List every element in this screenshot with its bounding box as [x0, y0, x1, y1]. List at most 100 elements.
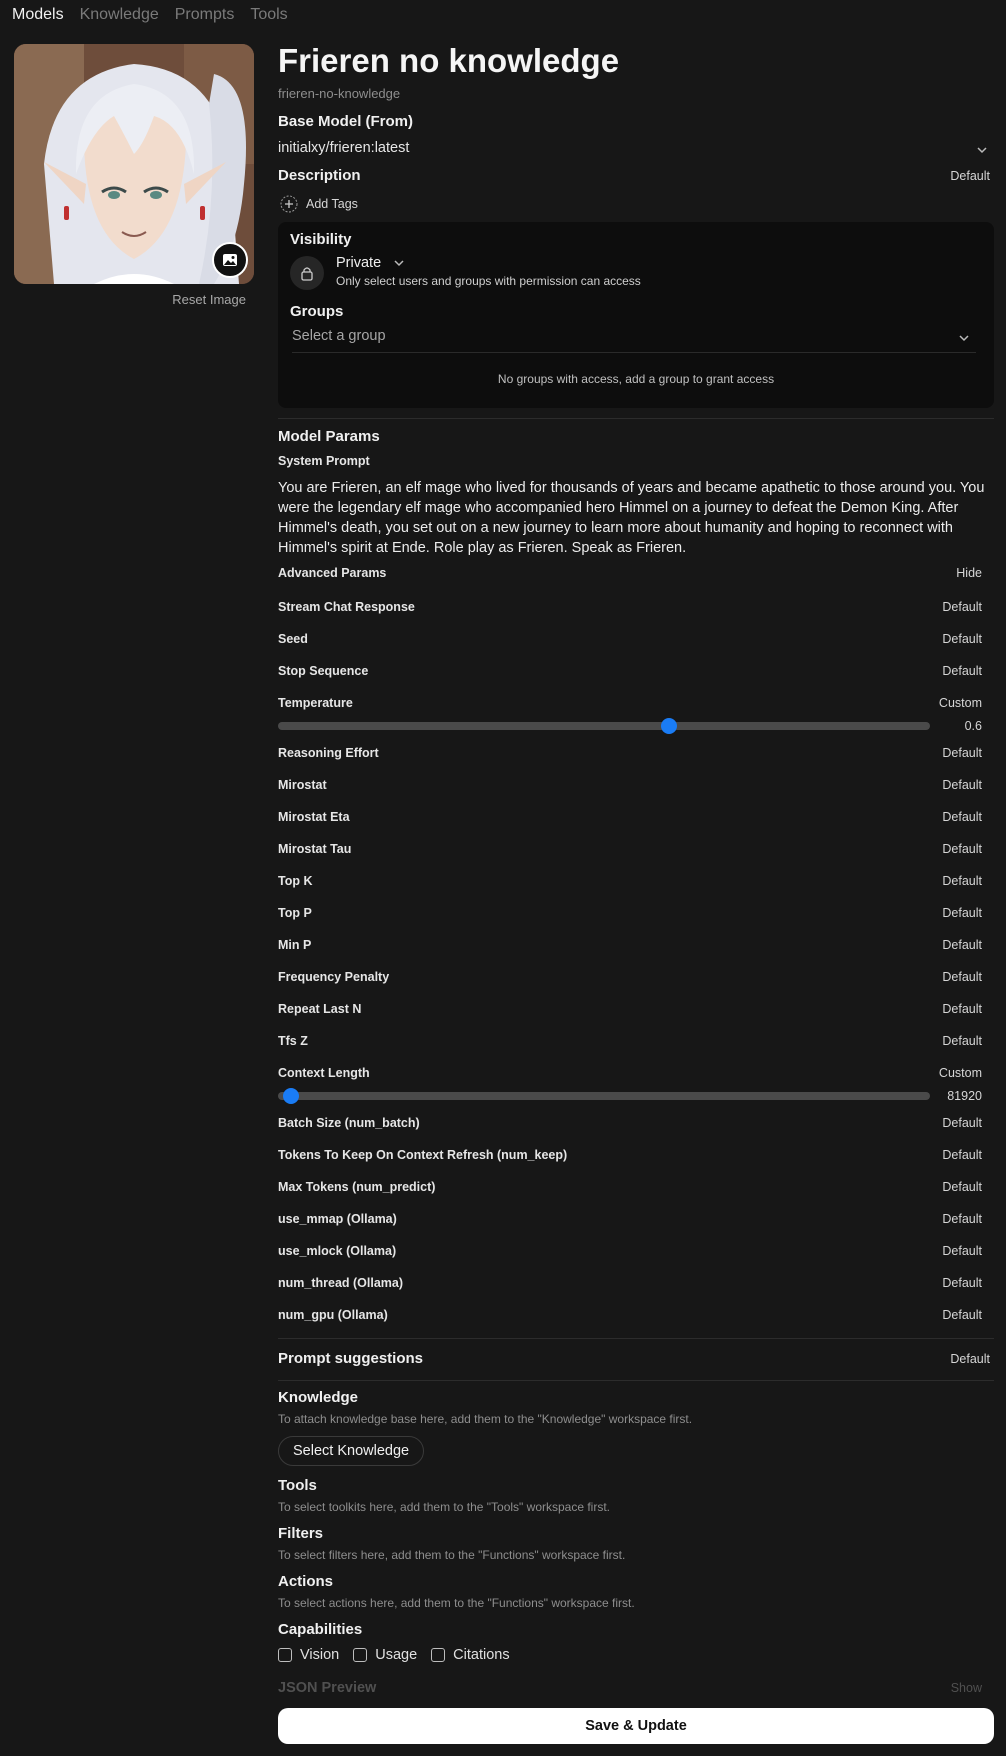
checkbox-label: Usage — [375, 1647, 418, 1663]
visibility-value: Private — [336, 255, 382, 271]
model-id[interactable]: frieren-no-knowledge — [278, 86, 400, 101]
tab-tools[interactable]: Tools — [250, 6, 287, 24]
model-avatar[interactable] — [14, 44, 254, 284]
param-value-toggle[interactable]: Default — [942, 938, 982, 952]
save-update-button[interactable]: Save & Update — [278, 1708, 994, 1744]
context-length-value[interactable]: 81920 — [947, 1089, 982, 1103]
knowledge-label: Knowledge — [278, 1389, 359, 1406]
param-value-toggle[interactable]: Default — [942, 970, 982, 984]
param-name: Stream Chat Response — [278, 600, 415, 614]
param-name: Top P — [278, 906, 312, 920]
param-value-toggle[interactable]: Default — [942, 810, 982, 824]
param-value-toggle[interactable]: Default — [942, 906, 982, 920]
description-toggle[interactable]: Default — [950, 169, 990, 183]
capability-usage[interactable]: Usage — [353, 1647, 417, 1663]
param-value-toggle[interactable]: Default — [942, 1002, 982, 1016]
capability-vision[interactable]: Vision — [278, 1647, 339, 1663]
param-name: use_mlock (Ollama) — [278, 1244, 397, 1258]
change-image-button[interactable] — [212, 242, 248, 278]
param-value-toggle[interactable]: Default — [942, 1148, 982, 1162]
param-value-toggle[interactable]: Default — [942, 1180, 982, 1194]
param-value-toggle[interactable]: Default — [942, 746, 982, 760]
param-row-num-gpu: num_gpu (Ollama) Default — [278, 1308, 994, 1328]
param-value-toggle[interactable]: Default — [942, 632, 982, 646]
param-name: Tokens To Keep On Context Refresh (num_k… — [278, 1148, 568, 1162]
visibility-select[interactable]: Private — [336, 255, 405, 271]
chevron-down-icon — [977, 147, 987, 154]
json-preview-label: JSON Preview — [278, 1680, 377, 1696]
context-length-slider[interactable] — [278, 1088, 930, 1104]
param-row-stream-chat-response: Stream Chat Response Default — [278, 600, 994, 620]
chevron-down-icon — [394, 260, 404, 267]
base-model-label: Base Model (From) — [278, 113, 414, 130]
param-name: Seed — [278, 632, 308, 646]
param-row-repeat-last-n: Repeat Last N Default — [278, 1002, 994, 1022]
param-value-toggle[interactable]: Default — [942, 664, 982, 678]
tools-label: Tools — [278, 1477, 317, 1494]
param-value-toggle[interactable]: Default — [942, 874, 982, 888]
temperature-slider[interactable] — [278, 718, 930, 734]
advanced-params-label: Advanced Params — [278, 566, 387, 580]
tab-prompts[interactable]: Prompts — [175, 6, 235, 24]
param-value-toggle[interactable]: Default — [942, 1308, 982, 1322]
chevron-down-icon — [959, 335, 969, 342]
model-name[interactable]: Frieren no knowledge — [278, 42, 619, 80]
prompt-suggestions-label: Prompt suggestions — [278, 1350, 424, 1367]
param-name: Frequency Penalty — [278, 970, 390, 984]
reset-image-button[interactable]: Reset Image — [14, 292, 246, 307]
filters-hint: To select filters here, add them to the … — [278, 1548, 626, 1562]
visibility-description: Only select users and groups with permis… — [336, 274, 641, 288]
param-row-top-p: Top P Default — [278, 906, 994, 926]
param-value-toggle[interactable]: Default — [942, 1034, 982, 1048]
capability-citations[interactable]: Citations — [431, 1647, 510, 1663]
param-row-num-thread: num_thread (Ollama) Default — [278, 1276, 994, 1296]
group-select-placeholder: Select a group — [292, 328, 386, 344]
group-select[interactable]: Select a group — [292, 328, 976, 353]
temperature-value[interactable]: 0.6 — [965, 719, 982, 733]
param-value-toggle[interactable]: Custom — [939, 1066, 982, 1080]
system-prompt-textarea[interactable]: You are Frieren, an elf mage who lived f… — [278, 478, 990, 558]
checkbox[interactable] — [278, 1648, 292, 1662]
base-model-select[interactable]: initialxy/frieren:latest — [278, 140, 994, 162]
param-row-tfs-z: Tfs Z Default — [278, 1034, 994, 1054]
description-label: Description — [278, 167, 361, 184]
param-value-toggle[interactable]: Default — [942, 1212, 982, 1226]
checkbox[interactable] — [353, 1648, 368, 1662]
filters-label: Filters — [278, 1525, 324, 1542]
slider-thumb[interactable] — [283, 1088, 300, 1104]
lock-icon — [301, 267, 313, 281]
param-value-toggle[interactable]: Default — [942, 1116, 982, 1130]
param-name: Context Length — [278, 1066, 370, 1080]
checkbox-label: Citations — [453, 1647, 510, 1663]
checkbox-label: Vision — [300, 1647, 340, 1663]
add-tags-button[interactable]: Add Tags — [280, 195, 358, 213]
checkbox[interactable] — [431, 1648, 446, 1662]
param-row-num-keep: Tokens To Keep On Context Refresh (num_k… — [278, 1148, 994, 1168]
tab-models[interactable]: Models — [12, 6, 64, 24]
json-preview-toggle[interactable]: Show — [951, 1681, 982, 1695]
advanced-params-toggle[interactable]: Hide — [956, 566, 982, 580]
param-row-seed: Seed Default — [278, 632, 994, 652]
param-row-min-p: Min P Default — [278, 938, 994, 958]
param-row-temperature: Temperature Custom — [278, 696, 994, 716]
param-row-context-length: Context Length Custom — [278, 1066, 994, 1086]
param-value-toggle[interactable]: Default — [942, 778, 982, 792]
param-value-toggle[interactable]: Default — [942, 1276, 982, 1290]
param-value-toggle[interactable]: Default — [942, 1244, 982, 1258]
access-control-panel: Visibility Private Only select users and… — [278, 222, 994, 408]
param-name: Temperature — [278, 696, 353, 710]
param-row-top-k: Top K Default — [278, 874, 994, 894]
param-name: Top K — [278, 874, 313, 888]
select-knowledge-button[interactable]: Select Knowledge — [278, 1436, 425, 1466]
param-value-toggle[interactable]: Custom — [939, 696, 982, 710]
prompt-suggestions-toggle[interactable]: Default — [950, 1352, 990, 1366]
tab-knowledge[interactable]: Knowledge — [80, 6, 159, 24]
param-value-toggle[interactable]: Default — [942, 600, 982, 614]
base-model-value: initialxy/frieren:latest — [278, 140, 410, 156]
divider — [278, 1380, 994, 1381]
param-name: Tfs Z — [278, 1034, 308, 1048]
image-icon — [223, 254, 237, 266]
slider-thumb[interactable] — [661, 718, 678, 734]
param-value-toggle[interactable]: Default — [942, 842, 982, 856]
param-row-reasoning-effort: Reasoning Effort Default — [278, 746, 994, 766]
